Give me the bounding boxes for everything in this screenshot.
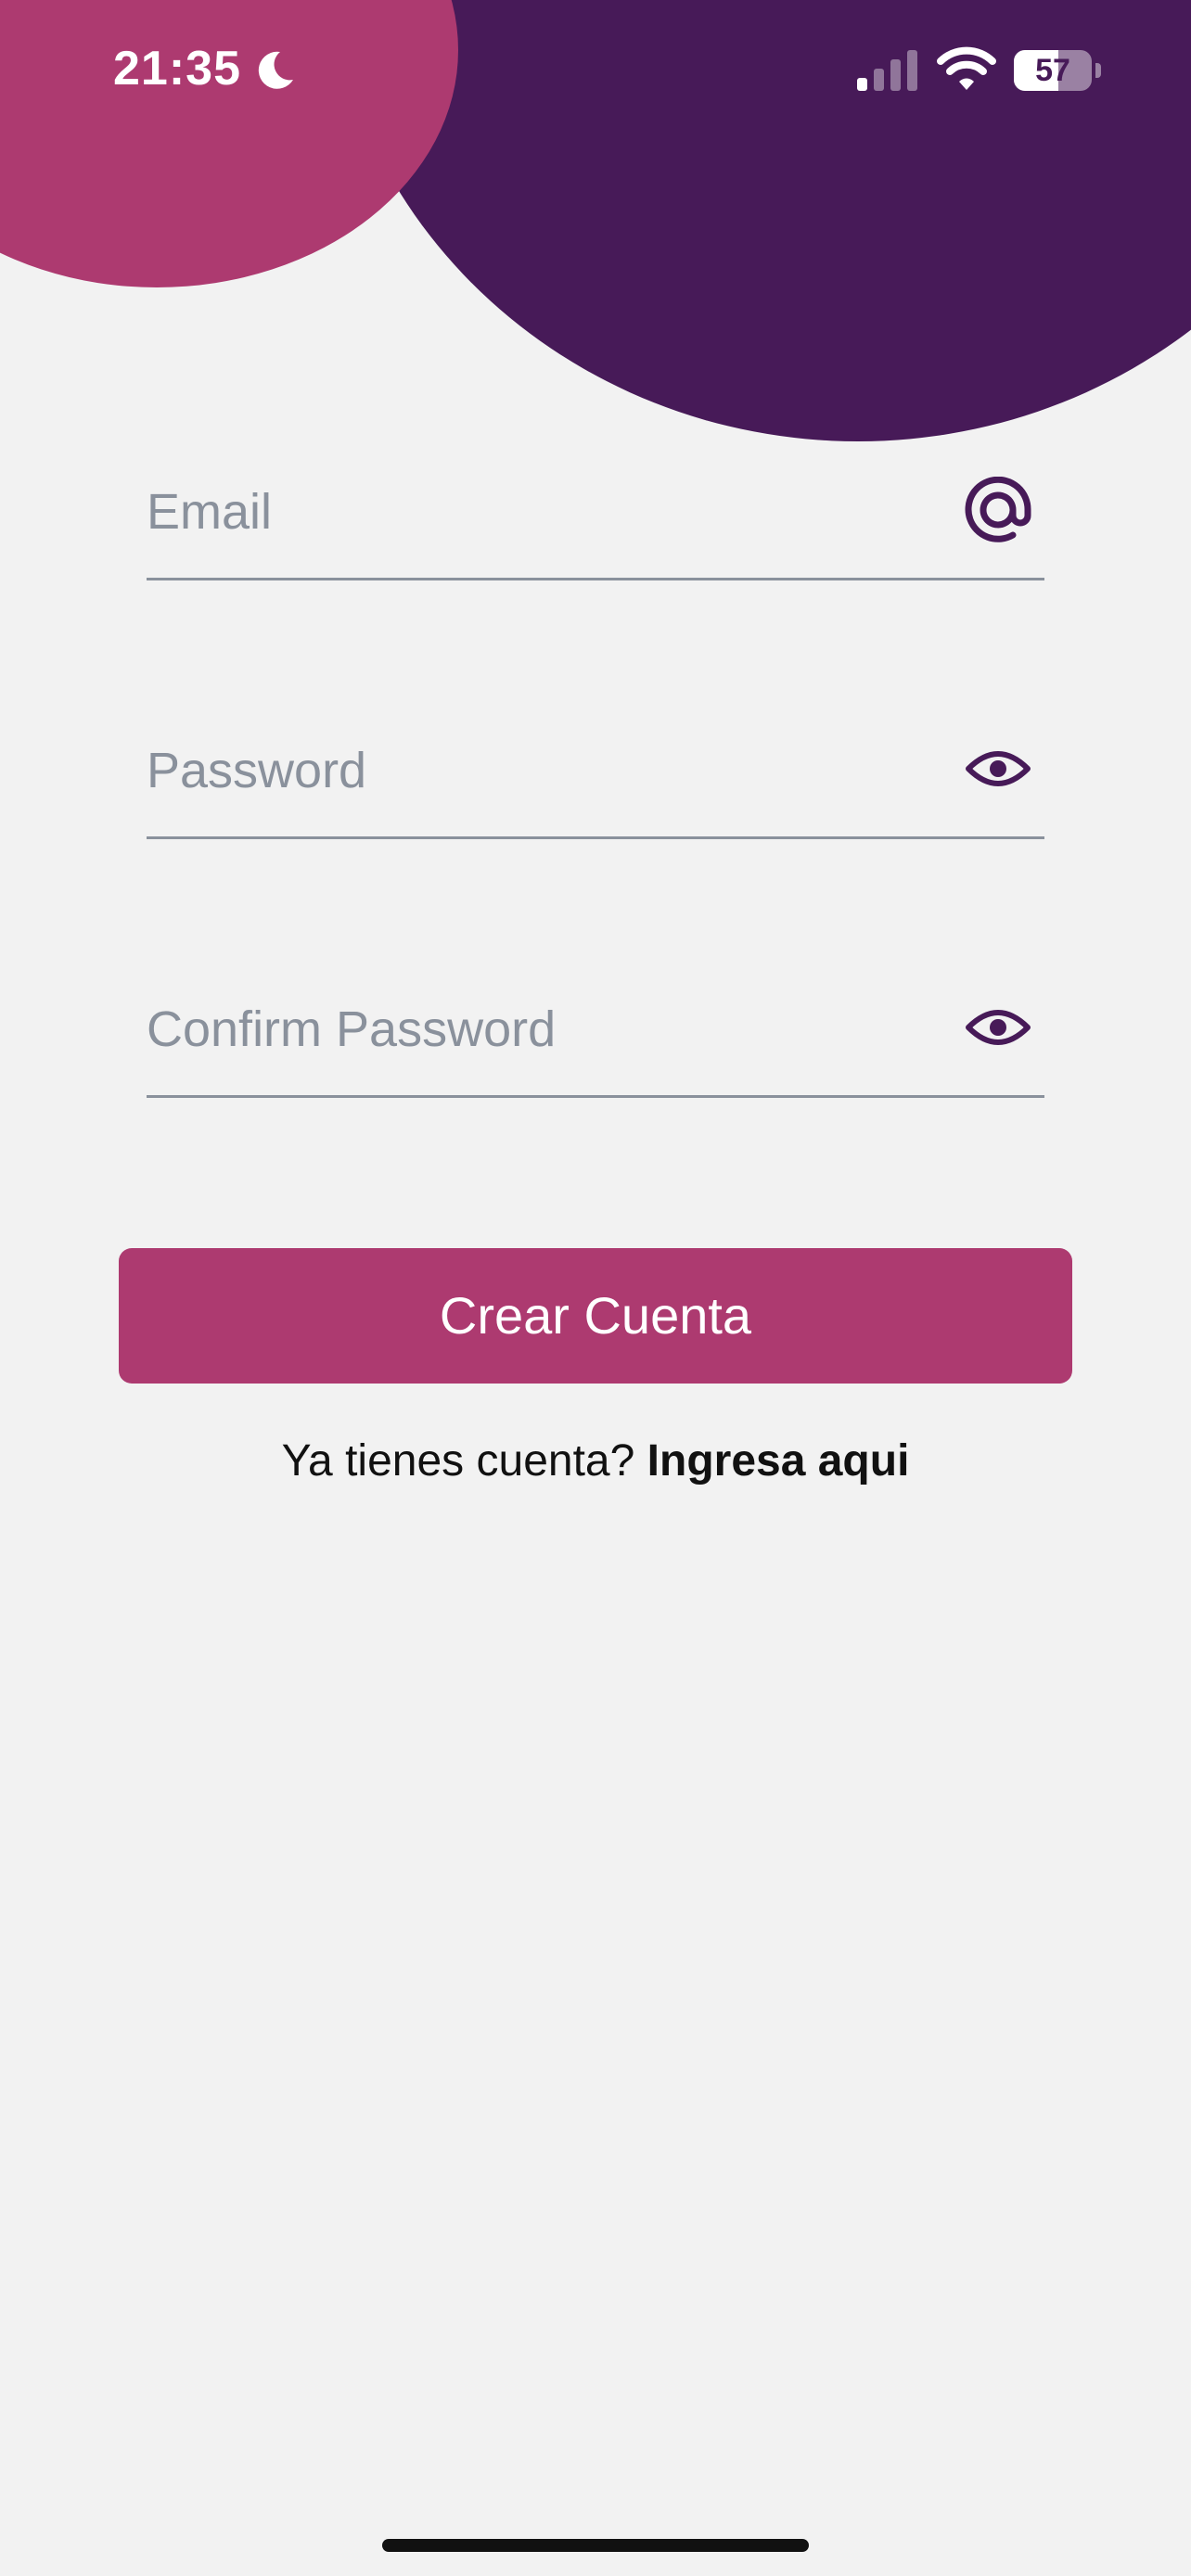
- confirm-password-field-group: [147, 963, 1044, 1098]
- battery-percentage: 57: [1035, 53, 1070, 88]
- login-prompt: Ya tienes cuenta? Ingresa aqui: [0, 1435, 1191, 1486]
- sign-up-screen: 21:35 57 Email Crear Cuenta Ya tienes cu…: [0, 0, 1191, 2576]
- eye-icon[interactable]: [965, 735, 1031, 802]
- login-prompt-text: Ya tienes cuenta?: [281, 1436, 635, 1486]
- home-indicator[interactable]: [382, 2539, 809, 2552]
- confirm-password-field[interactable]: [147, 992, 944, 1066]
- eye-icon[interactable]: [965, 994, 1031, 1061]
- email-field-group: [147, 445, 1044, 580]
- battery-cap: [1095, 63, 1101, 78]
- sign-up-form: [147, 445, 1044, 1221]
- password-field[interactable]: [147, 733, 944, 808]
- wifi-icon: [937, 46, 996, 90]
- login-link[interactable]: Ingresa aqui: [647, 1436, 910, 1486]
- battery-icon: 57: [1014, 50, 1092, 91]
- at-sign-icon: [965, 477, 1031, 542]
- moon-icon: [258, 51, 293, 89]
- cellular-signal-icon: [857, 50, 917, 91]
- status-bar: 21:35 57: [0, 0, 1191, 148]
- create-account-button[interactable]: Crear Cuenta: [119, 1248, 1072, 1384]
- password-field-group: [147, 704, 1044, 839]
- status-time: 21:35: [113, 42, 241, 96]
- email-field[interactable]: [147, 475, 944, 549]
